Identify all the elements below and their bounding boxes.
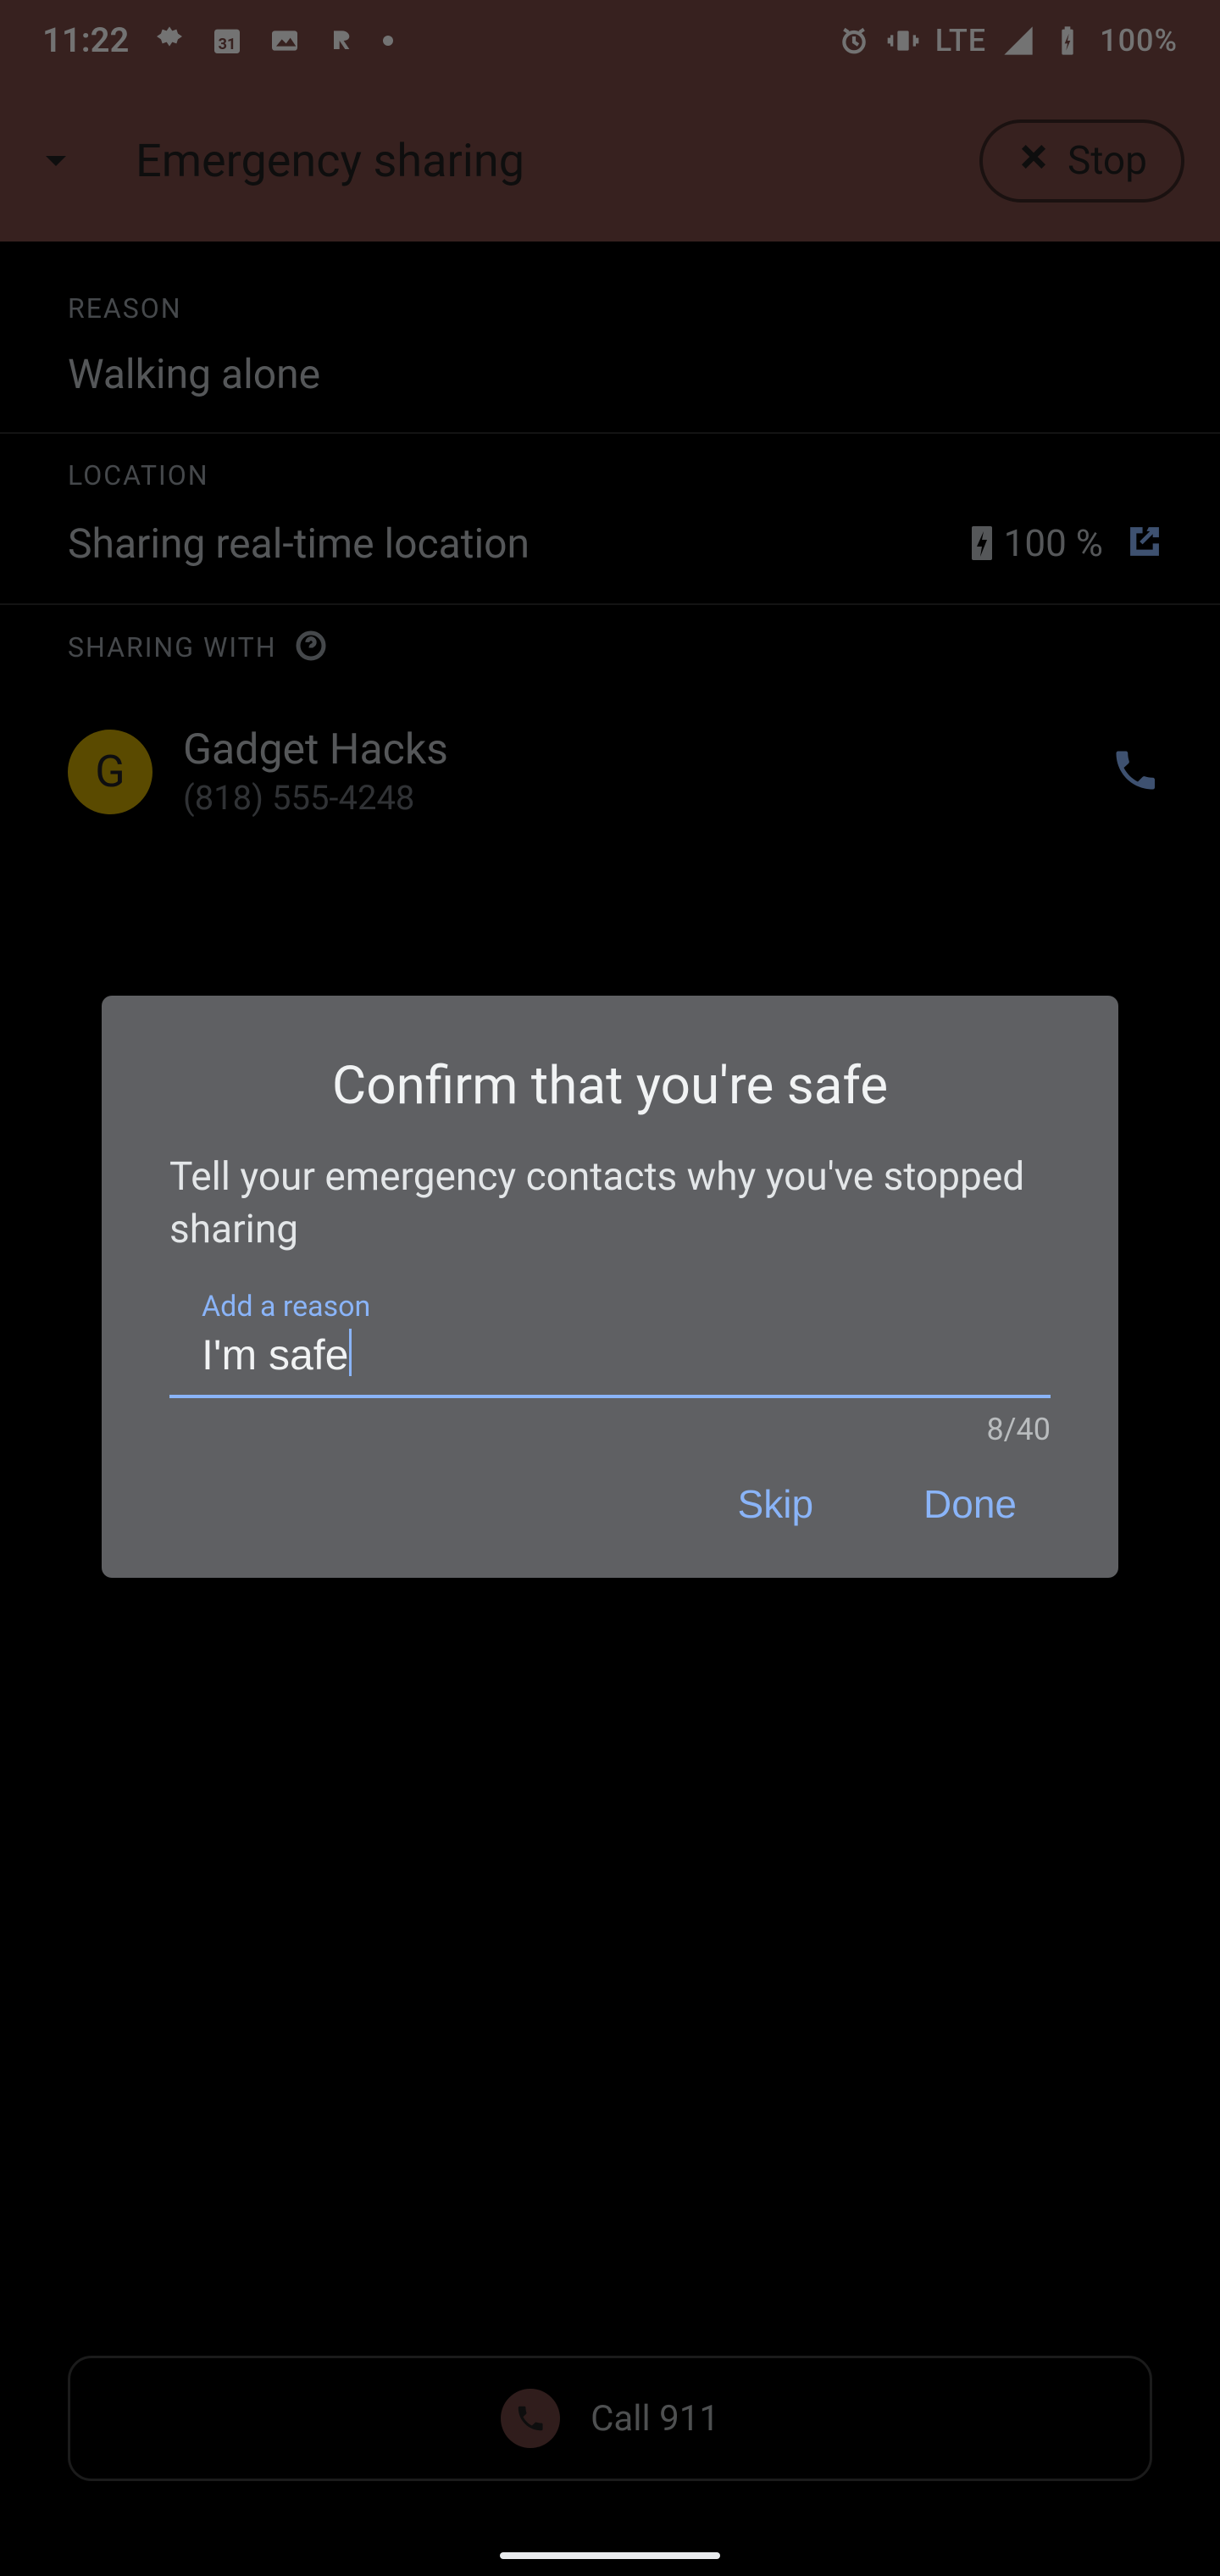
contact-phone: (818) 555-4248: [183, 778, 1079, 818]
nyt-icon: [325, 24, 359, 58]
location-label: LOCATION: [0, 434, 1220, 500]
page-content: REASON Walking alone LOCATION Sharing re…: [0, 242, 1220, 843]
reason-input-wrap: [169, 1327, 1051, 1398]
reason-label: REASON: [0, 267, 1220, 333]
signal-icon: [1001, 24, 1035, 58]
call-911-label: Call 911: [591, 2398, 719, 2440]
photos-icon: [268, 24, 302, 58]
battery-icon: [1051, 24, 1084, 58]
location-battery: 100 %: [968, 521, 1103, 565]
dot-icon: [383, 36, 393, 46]
phone-icon[interactable]: [1110, 745, 1161, 799]
location-row[interactable]: Sharing real-time location 100 %: [0, 500, 1220, 603]
location-value: Sharing real-time location: [68, 519, 951, 568]
location-battery-percent: 100 %: [1004, 521, 1103, 565]
avatar-initial: G: [95, 746, 125, 797]
reason-value: Walking alone: [0, 333, 1220, 432]
alarm-icon: [837, 24, 871, 58]
calendar-icon: 31: [210, 24, 244, 58]
stop-label: Stop: [1068, 138, 1147, 184]
close-icon: [1017, 138, 1051, 184]
contact-name: Gadget Hacks: [183, 725, 1079, 774]
dialog-title: Confirm that you're safe: [169, 1055, 1051, 1117]
page-title: Emergency sharing: [136, 135, 954, 188]
char-counter: 8/40: [169, 1412, 1051, 1447]
phone-circle-icon: [501, 2389, 560, 2448]
dialog-actions: Skip Done: [169, 1447, 1051, 1535]
dialog-subtitle: Tell your emergency contacts why you've …: [169, 1151, 1051, 1256]
open-external-icon[interactable]: [1120, 517, 1169, 569]
stop-button[interactable]: Stop: [979, 119, 1184, 203]
help-icon[interactable]: [294, 629, 328, 666]
confirm-safe-dialog: Confirm that you're safe Tell your emerg…: [102, 996, 1118, 1578]
battery-bolt-icon: [968, 523, 995, 564]
status-right: LTE 100%: [837, 23, 1178, 58]
call-911-button[interactable]: Call 911: [68, 2356, 1152, 2481]
status-left: 11:22 31: [42, 20, 393, 60]
status-bar: 11:22 31 LTE 100%: [0, 0, 1220, 80]
skip-button[interactable]: Skip: [738, 1481, 813, 1527]
vibrate-icon: [886, 24, 920, 58]
contact-row[interactable]: G Gadget Hacks (818) 555-4248: [0, 675, 1220, 843]
cog-icon: [152, 24, 186, 58]
sharing-with-label: SHARING WITH: [68, 631, 277, 663]
reason-input[interactable]: [169, 1327, 1051, 1398]
done-button[interactable]: Done: [923, 1481, 1017, 1527]
svg-text:31: 31: [219, 36, 236, 53]
network-lte: LTE: [935, 23, 986, 58]
collapse-chevron[interactable]: [36, 141, 76, 181]
clock-time: 11:22: [42, 20, 129, 60]
reason-input-label: Add a reason: [202, 1290, 1051, 1324]
avatar: G: [68, 730, 152, 814]
contact-info: Gadget Hacks (818) 555-4248: [183, 725, 1079, 818]
sharing-with-row: SHARING WITH: [0, 605, 1220, 675]
gesture-nav-handle[interactable]: [500, 2552, 720, 2559]
text-caret: [349, 1329, 352, 1376]
app-bar: Emergency sharing Stop: [0, 80, 1220, 242]
battery-percent: 100%: [1100, 23, 1178, 58]
